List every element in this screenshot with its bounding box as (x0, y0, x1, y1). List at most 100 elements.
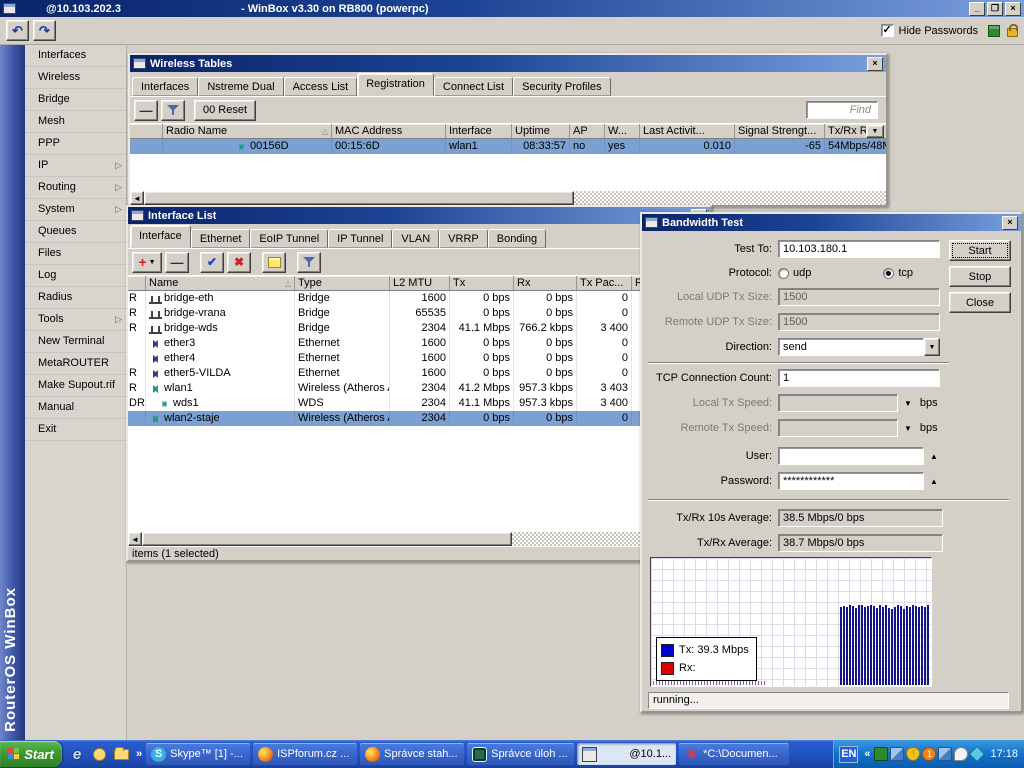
registration-row[interactable]: 00156D 00:15:6D wlan1 08:33:57 no yes 0.… (130, 139, 886, 154)
network-tray-icon[interactable] (890, 747, 904, 761)
main-window-titlebar[interactable]: @10.103.202.3 - WinBox v3.30 on RB800 (p… (0, 0, 1024, 17)
tray-collapse-icon[interactable]: « (864, 748, 870, 760)
col-mac-address[interactable]: MAC Address (332, 124, 446, 138)
interface-row-selected[interactable]: wlan2-staje Wireless (Atheros AR5... 230… (128, 411, 710, 426)
task-documents[interactable]: ✳ *C:\Documen... (679, 743, 789, 765)
redo-button[interactable]: ↷ (33, 20, 56, 41)
dropdown-icon[interactable]: ▼ (904, 399, 912, 408)
col-wds[interactable]: W... (605, 124, 640, 138)
col-interface[interactable]: Interface (446, 124, 512, 138)
sidebar-item-log[interactable]: Log (25, 265, 126, 287)
sidebar-item-exit[interactable]: Exit (25, 419, 126, 441)
tab-interface[interactable]: Interface (130, 225, 191, 248)
remove-button[interactable]: — (165, 252, 189, 273)
dropdown-icon[interactable]: ▼ (904, 424, 912, 433)
interface-row[interactable]: R ether5-VILDA Ethernet 1600 0 bps 0 bps… (128, 366, 710, 381)
scrollbar-thumb[interactable] (142, 532, 512, 546)
minimize-button[interactable]: _ (969, 2, 985, 16)
messenger-tray-icon[interactable] (954, 747, 968, 761)
col-uptime[interactable]: Uptime (512, 124, 570, 138)
interface-list-titlebar[interactable]: Interface List × (128, 207, 710, 224)
interface-row[interactable]: ether3 Ethernet 1600 0 bps 0 bps 0 (128, 336, 710, 351)
task-ispforum[interactable]: ISPforum.cz ... (253, 743, 357, 765)
password-input[interactable]: ************ (778, 472, 924, 490)
col-last-activity[interactable]: Last Activit... (640, 124, 735, 138)
tcp-connection-count-input[interactable]: 1 (778, 369, 940, 387)
start-button[interactable]: Start (949, 240, 1011, 261)
tcp-radio[interactable] (883, 268, 894, 279)
close-button[interactable]: Close (949, 292, 1011, 313)
network-tray-icon[interactable] (938, 747, 952, 761)
udp-radio[interactable] (778, 268, 789, 279)
collapse-icon[interactable]: ▲ (930, 452, 938, 461)
sidebar-item-interfaces[interactable]: Interfaces (25, 45, 126, 67)
tab-security-profiles[interactable]: Security Profiles (513, 77, 610, 96)
tab-access-list[interactable]: Access List (284, 77, 358, 96)
direction-select[interactable]: send (778, 338, 924, 356)
collapse-icon[interactable]: ▲ (930, 477, 938, 486)
language-indicator[interactable]: EN (839, 746, 858, 763)
sidebar-item-wireless[interactable]: Wireless (25, 67, 126, 89)
maximize-button[interactable]: ❐ (987, 2, 1003, 16)
column-select-button[interactable]: ▼ (866, 125, 884, 138)
interface-hscrollbar[interactable]: ◄ (128, 532, 710, 546)
remove-button[interactable]: — (134, 100, 158, 121)
interface-row[interactable]: R bridge-eth Bridge 1600 0 bps 0 bps 0 (128, 291, 710, 306)
tab-connect-list[interactable]: Connect List (434, 77, 513, 96)
sidebar-item-new-terminal[interactable]: New Terminal (25, 331, 126, 353)
tab-bonding[interactable]: Bonding (488, 229, 546, 248)
add-button[interactable]: +▼ (132, 252, 162, 273)
tab-ethernet[interactable]: Ethernet (191, 229, 251, 248)
tab-vlan[interactable]: VLAN (392, 229, 439, 248)
interface-row[interactable]: DRA wds1 WDS 2304 41.1 Mbps 957.3 kbps 3… (128, 396, 710, 411)
updates-tray-icon[interactable]: 1 (922, 747, 936, 761)
col-name[interactable]: Name△ (146, 276, 295, 290)
interface-row[interactable]: R bridge-wds Bridge 2304 41.1 Mbps 766.2… (128, 321, 710, 336)
tab-vrrp[interactable]: VRRP (439, 229, 488, 248)
filter-button[interactable] (297, 252, 321, 273)
hide-passwords-checkbox[interactable] (881, 24, 894, 37)
tab-nstreme-dual[interactable]: Nstreme Dual (198, 77, 283, 96)
quick-launch-clock-icon[interactable] (90, 745, 108, 763)
col-flags[interactable] (128, 276, 146, 290)
bandwidth-test-titlebar[interactable]: Bandwidth Test × (642, 214, 1021, 231)
tab-registration[interactable]: Registration (357, 73, 434, 96)
tab-interfaces[interactable]: Interfaces (132, 77, 198, 96)
test-to-input[interactable]: 10.103.180.1 (778, 240, 940, 258)
sidebar-item-system[interactable]: System▷ (25, 199, 126, 221)
sidebar-item-make-supout[interactable]: Make Supout.rif (25, 375, 126, 397)
col-tx-packet[interactable]: Tx Pac... (577, 276, 632, 290)
sidebar-item-queues[interactable]: Queues (25, 221, 126, 243)
scrollbar-thumb[interactable] (144, 191, 574, 205)
task-download-manager[interactable]: Správce stah... (360, 743, 464, 765)
sidebar-item-tools[interactable]: Tools▷ (25, 309, 126, 331)
disable-button[interactable]: ✖ (227, 252, 251, 273)
tab-eoip-tunnel[interactable]: EoIP Tunnel (250, 229, 328, 248)
taskbar-clock[interactable]: 17:18 (990, 748, 1018, 760)
dropdown-icon[interactable]: ▼ (924, 338, 940, 356)
filter-button[interactable] (161, 100, 185, 121)
sidebar-item-metarouter[interactable]: MetaROUTER (25, 353, 126, 375)
quick-launch-overflow-icon[interactable]: » (136, 748, 142, 760)
interface-row[interactable]: ether4 Ethernet 1600 0 bps 0 bps 0 (128, 351, 710, 366)
col-type[interactable]: Type (295, 276, 390, 290)
tab-ip-tunnel[interactable]: IP Tunnel (328, 229, 392, 248)
user-input[interactable] (778, 447, 924, 465)
sidebar-item-routing[interactable]: Routing▷ (25, 177, 126, 199)
close-icon[interactable]: × (1002, 216, 1018, 230)
security-shield-icon[interactable]: ! (906, 747, 920, 761)
task-task-manager[interactable]: Správce úloh ... (467, 743, 574, 765)
start-button[interactable]: Start (0, 741, 62, 767)
col-radio-name[interactable]: Radio Name△ (163, 124, 332, 138)
col-ap[interactable]: AP (570, 124, 605, 138)
wireless-tables-titlebar[interactable]: Wireless Tables × (130, 55, 886, 72)
sidebar-item-mesh[interactable]: Mesh (25, 111, 126, 133)
internet-explorer-icon[interactable]: e (68, 745, 86, 763)
enable-button[interactable]: ✔ (200, 252, 224, 273)
sidebar-item-bridge[interactable]: Bridge (25, 89, 126, 111)
reset-counters-button[interactable]: 00 Reset (194, 100, 256, 121)
wireless-hscrollbar[interactable]: ◄ (130, 191, 886, 205)
undo-button[interactable]: ↶ (6, 20, 29, 41)
col-flags[interactable] (130, 124, 163, 138)
task-skype[interactable]: S Skype™ [1] -... (146, 743, 250, 765)
